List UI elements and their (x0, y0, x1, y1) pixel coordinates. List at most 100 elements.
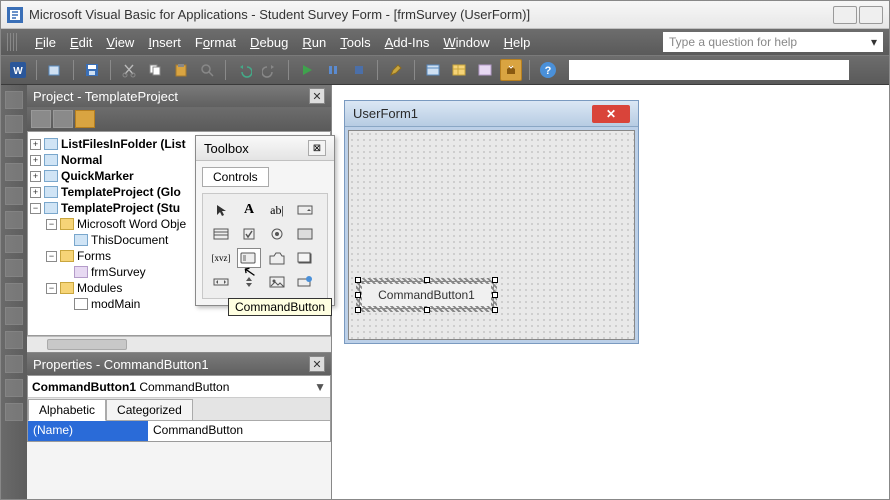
vt-btn[interactable] (5, 307, 23, 325)
help-button[interactable]: ? (537, 59, 559, 81)
dropdown-icon[interactable]: ▼ (314, 380, 326, 394)
vt-btn[interactable] (5, 187, 23, 205)
tree-folder-modules[interactable]: Modules (77, 281, 122, 295)
multipage-tool-icon[interactable] (293, 248, 317, 268)
properties-window-button[interactable] (448, 59, 470, 81)
tree-node[interactable]: TemplateProject (Stu (61, 201, 180, 215)
resize-handle[interactable] (355, 307, 361, 313)
tree-node[interactable]: ListFilesInFolder (List (61, 137, 186, 151)
menu-addins[interactable]: Add-Ins (385, 35, 430, 50)
tree-node[interactable]: QuickMarker (61, 169, 134, 183)
help-dropdown-icon[interactable]: ▾ (871, 35, 877, 49)
object-browser-button[interactable] (474, 59, 496, 81)
cut-button[interactable] (118, 59, 140, 81)
paste-button[interactable] (170, 59, 192, 81)
tree-item-modmain[interactable]: modMain (91, 297, 140, 311)
tab-categorized[interactable]: Categorized (106, 399, 193, 421)
design-mode-button[interactable] (385, 59, 407, 81)
properties-close-button[interactable]: ✕ (309, 356, 325, 372)
reset-button[interactable] (348, 59, 370, 81)
break-button[interactable] (322, 59, 344, 81)
combobox-tool-icon[interactable] (293, 200, 317, 220)
vt-btn[interactable] (5, 283, 23, 301)
maximize-button[interactable] (859, 6, 883, 24)
prop-name-value[interactable]: CommandButton (148, 421, 330, 441)
project-explorer-button[interactable] (422, 59, 444, 81)
copy-button[interactable] (144, 59, 166, 81)
vt-btn[interactable] (5, 331, 23, 349)
pointer-tool-icon[interactable] (209, 200, 233, 220)
tabstrip-tool-icon[interactable] (265, 248, 289, 268)
togglebutton-tool-icon[interactable] (293, 224, 317, 244)
frame-tool-icon[interactable]: [xvz] (209, 248, 233, 268)
toolbox-button[interactable] (500, 59, 522, 81)
label-tool-icon[interactable]: A (237, 200, 261, 220)
menu-run[interactable]: Run (302, 35, 326, 50)
menu-file[interactable]: File (35, 35, 56, 50)
menu-window[interactable]: Window (443, 35, 489, 50)
vt-btn[interactable] (5, 403, 23, 421)
toolbox-window[interactable]: Toolbox ⊠ Controls A ab| [xvz] (195, 135, 335, 306)
menu-insert[interactable]: Insert (148, 35, 181, 50)
vt-btn[interactable] (5, 355, 23, 373)
refedit-tool-icon[interactable] (293, 272, 317, 292)
properties-object-selector[interactable]: CommandButton1 CommandButton ▼ (28, 376, 330, 398)
form-designer[interactable]: UserForm1 ✕ CommandButton1 (332, 85, 889, 499)
word-app-icon[interactable]: W (7, 59, 29, 81)
find-button[interactable] (196, 59, 218, 81)
menu-format[interactable]: Format (195, 35, 236, 50)
scrollbar-tool-icon[interactable] (209, 272, 233, 292)
tree-folder[interactable]: Microsoft Word Obje (77, 217, 186, 231)
vt-btn[interactable] (5, 115, 23, 133)
menu-debug[interactable]: Debug (250, 35, 288, 50)
tree-item-frmsurvey[interactable]: frmSurvey (91, 265, 146, 279)
vt-btn[interactable] (5, 379, 23, 397)
commandbutton1[interactable]: CommandButton1 (359, 281, 494, 309)
minimize-button[interactable] (833, 6, 857, 24)
textbox-tool-icon[interactable]: ab| (265, 200, 289, 220)
save-button[interactable] (81, 59, 103, 81)
redo-button[interactable] (259, 59, 281, 81)
menu-view[interactable]: View (106, 35, 134, 50)
vt-btn[interactable] (5, 163, 23, 181)
resize-handle[interactable] (424, 307, 430, 313)
resize-handle[interactable] (492, 292, 498, 298)
tab-alphabetic[interactable]: Alphabetic (28, 399, 106, 421)
menu-edit[interactable]: Edit (70, 35, 92, 50)
view-object-button[interactable] (53, 110, 73, 128)
tree-item-thisdocument[interactable]: ThisDocument (91, 233, 168, 247)
prop-row-name[interactable]: (Name) CommandButton (28, 421, 330, 441)
userform-titlebar[interactable]: UserForm1 ✕ (345, 101, 638, 127)
image-tool-icon[interactable] (265, 272, 289, 292)
resize-handle[interactable] (355, 292, 361, 298)
tree-folder-forms[interactable]: Forms (77, 249, 111, 263)
menu-help[interactable]: Help (504, 35, 531, 50)
toolbox-tab-controls[interactable]: Controls (202, 167, 269, 187)
tree-node[interactable]: TemplateProject (Glo (61, 185, 181, 199)
menu-tools[interactable]: Tools (340, 35, 370, 50)
tree-node[interactable]: Normal (61, 153, 102, 167)
insert-item-button[interactable] (44, 59, 66, 81)
vt-btn[interactable] (5, 235, 23, 253)
vt-btn[interactable] (5, 139, 23, 157)
view-code-button[interactable] (31, 110, 51, 128)
resize-handle[interactable] (355, 277, 361, 283)
vt-btn[interactable] (5, 91, 23, 109)
userform-close-button[interactable]: ✕ (592, 105, 630, 123)
project-close-button[interactable]: ✕ (309, 88, 325, 104)
listbox-tool-icon[interactable] (209, 224, 233, 244)
toolbox-close-button[interactable]: ⊠ (308, 140, 326, 156)
vt-btn[interactable] (5, 211, 23, 229)
vt-btn[interactable] (5, 259, 23, 277)
resize-handle[interactable] (424, 277, 430, 283)
resize-handle[interactable] (492, 307, 498, 313)
userform-body[interactable]: CommandButton1 (348, 130, 635, 340)
toolbar-search-input[interactable] (569, 60, 849, 80)
optionbutton-tool-icon[interactable] (265, 224, 289, 244)
project-h-scrollbar[interactable] (27, 336, 331, 352)
resize-handle[interactable] (492, 277, 498, 283)
properties-grid[interactable]: (Name) CommandButton (28, 420, 330, 441)
userform-window[interactable]: UserForm1 ✕ CommandButton1 (344, 100, 639, 344)
checkbox-tool-icon[interactable] (237, 224, 261, 244)
toolbox-titlebar[interactable]: Toolbox ⊠ (196, 136, 334, 161)
